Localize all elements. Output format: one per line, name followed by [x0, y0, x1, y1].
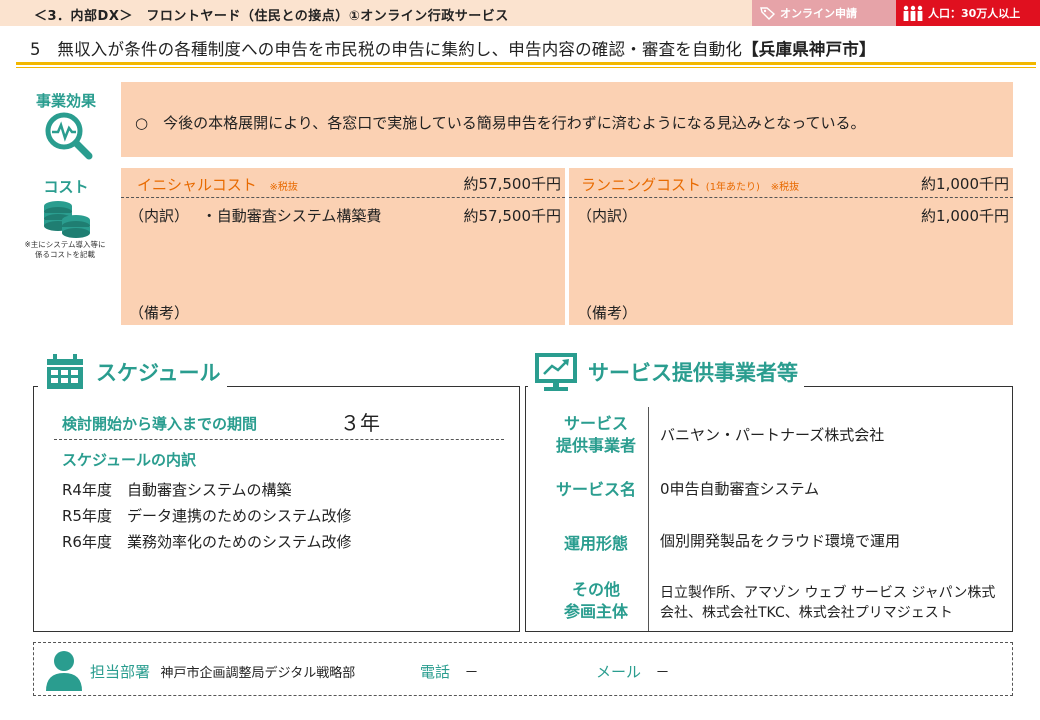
- schedule-breakdown-title: スケジュールの内訳: [62, 451, 196, 469]
- schedule-heading: スケジュール: [38, 352, 227, 392]
- title-rule-thin: [16, 67, 1036, 68]
- dept-row: 担当部署 神戸市企画調整局デジタル戦略部: [90, 661, 355, 682]
- phone-label: 電話: [420, 663, 451, 681]
- contact-footer: 担当部署 神戸市企画調整局デジタル戦略部 電話 － メール －: [33, 642, 1013, 696]
- initial-cost-tax: ※税抜: [269, 182, 298, 193]
- period-row: 検討開始から導入までの期間: [62, 413, 257, 434]
- service-panel: サービス 提供事業者 バニヤン・パートナーズ株式会社 サービス名 0申告自動審査…: [525, 386, 1013, 632]
- header-bar: ＜3．内部DX＞ フロントヤード（住民との接点）①オンライン行政サービス オンラ…: [0, 0, 1040, 26]
- schedule-divider: [54, 439, 504, 440]
- provider-label: サービス 提供事業者: [542, 413, 650, 457]
- service-name-label: サービス名: [555, 480, 636, 499]
- provider-label-line2: 提供事業者: [555, 436, 636, 455]
- running-cost-panel: ランニングコスト (1年あたり) ※税抜 約1,000千円 （内訳） 約1,00…: [569, 168, 1013, 325]
- initial-cost-amount: 約57,500千円: [463, 175, 562, 193]
- schedule-panel: 検討開始から導入までの期間 ３年 スケジュールの内訳 R4年度 自動審査システム…: [33, 386, 520, 632]
- schedule-item: R5年度 データ連携のためのシステム改修: [62, 507, 352, 525]
- running-breakdown-amount: 約1,000千円: [921, 207, 1009, 225]
- tag-icon: [760, 7, 776, 20]
- initial-cost-panel: イニシャルコスト ※税抜 約57,500千円 （内訳） ・自動審査システム構築費…: [121, 168, 565, 325]
- participants-value: 日立製作所、アマゾン ウェブ サービス ジャパン株式会社、株式会社TKC、株式会…: [660, 585, 996, 621]
- effect-text: ○ 今後の本格展開により、各窓口で実施している簡易申告を行わずに済むようになる見…: [135, 114, 866, 132]
- page-title: 5 無収入が条件の各種制度への申告を市民税の申告に集約し、申告内容の確認・審査を…: [30, 36, 876, 60]
- initial-cost-title: イニシャルコスト ※税抜: [137, 174, 298, 195]
- person-icon: [46, 651, 82, 691]
- tag-population-label: 人口：30万人以上: [928, 7, 1021, 20]
- operation-label: 運用形態: [563, 534, 628, 553]
- running-cost-tax: ※税抜: [770, 182, 800, 193]
- schedule-title: スケジュール: [96, 361, 221, 385]
- running-cost-title: ランニングコスト (1年あたり) ※税抜: [581, 174, 799, 195]
- schedule-item: R6年度 業務効率化のためのシステム改修: [62, 533, 352, 551]
- mail-label: メール: [596, 663, 642, 681]
- phone-row: 電話 －: [420, 661, 478, 682]
- phone-value: －: [464, 665, 479, 681]
- page-title-text: 5 無収入が条件の各種制度への申告を市民税の申告に集約し、申告内容の確認・審査を…: [30, 40, 743, 59]
- effect-label: 事業効果: [35, 92, 96, 110]
- coins-icon: [44, 201, 90, 238]
- mail-row: メール －: [596, 661, 669, 682]
- population-tag: 人口：30万人以上: [896, 0, 1040, 26]
- initial-breakdown-amount: 約57,500千円: [463, 207, 562, 225]
- initial-cost-breakdown: （内訳） ・自動審査システム構築費: [129, 205, 381, 226]
- online-application-tag: オンライン申請: [752, 0, 896, 26]
- running-cost-per-year: (1年あたり): [705, 182, 760, 193]
- schedule-item: R4年度 自動審査システムの構築: [62, 481, 292, 499]
- cost-label: コスト: [43, 178, 89, 196]
- calendar-icon: [47, 354, 83, 389]
- running-cost-header: ランニングコスト (1年あたり) ※税抜 約1,000千円: [569, 168, 1013, 198]
- initial-breakdown-item: ・自動審査システム構築費: [201, 207, 382, 225]
- provider-value: バニヤン・パートナーズ株式会社: [660, 426, 885, 444]
- initial-cost-title-text: イニシャルコスト: [137, 176, 257, 194]
- service-title: サービス提供事業者等: [588, 361, 798, 385]
- dept-label: 担当部署: [90, 663, 151, 681]
- people-icon: [903, 5, 923, 21]
- service-name-value: 0申告自動審査システム: [660, 480, 820, 498]
- tag-online-label: オンライン申請: [780, 7, 857, 20]
- participants-label-line1: その他: [571, 580, 620, 599]
- cost-note: ※主にシステム導入等に係るコストを記載: [24, 240, 106, 259]
- participants-label-line2: 参画主体: [563, 602, 628, 621]
- running-breakdown-label: （内訳）: [577, 207, 638, 225]
- running-cost-amount: 約1,000千円: [921, 175, 1009, 193]
- initial-remarks: （備考）: [129, 304, 190, 322]
- effect-box: ○ 今後の本格展開により、各窓口で実施している簡易申告を行わずに済むようになる見…: [121, 82, 1013, 157]
- title-rule: [16, 62, 1036, 65]
- period-value: ３年: [340, 411, 380, 435]
- magnifier-icon: [45, 112, 93, 160]
- operation-value: 個別開発製品をクラウド環境で運用: [660, 532, 901, 550]
- initial-breakdown-label: （内訳）: [129, 207, 190, 225]
- running-cost-title-text: ランニングコスト: [581, 176, 702, 194]
- running-remarks: （備考）: [577, 304, 638, 322]
- service-heading: サービス提供事業者等: [528, 352, 804, 392]
- section-label: ＜3．内部DX＞ フロントヤード（住民との接点）①オンライン行政サービス: [34, 9, 509, 24]
- mail-value: －: [655, 665, 670, 681]
- dept-value: 神戸市企画調整局デジタル戦略部: [160, 666, 356, 681]
- page-title-city: 【兵庫県神戸市】: [742, 40, 876, 59]
- period-label: 検討開始から導入までの期間: [62, 415, 258, 433]
- provider-label-line1: サービス: [563, 414, 628, 433]
- monitor-icon: [535, 353, 577, 391]
- initial-cost-header: イニシャルコスト ※税抜 約57,500千円: [121, 168, 565, 198]
- participants-label: その他 参画主体: [542, 579, 650, 623]
